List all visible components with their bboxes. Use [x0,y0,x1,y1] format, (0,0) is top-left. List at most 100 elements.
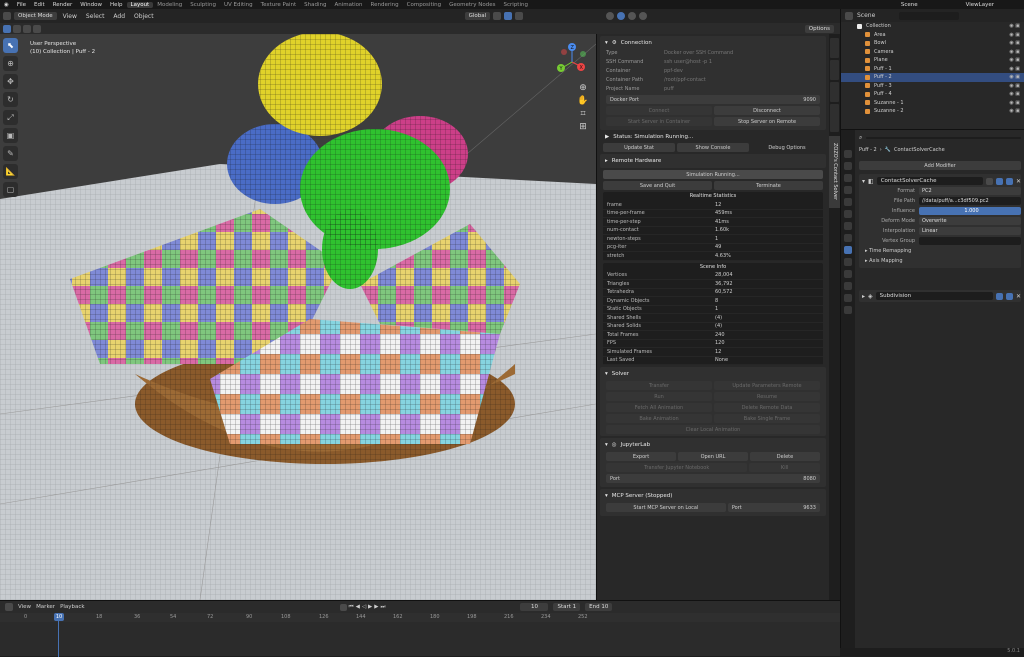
show-console-button[interactable]: Show Console [677,143,749,152]
current-frame-field[interactable]: 10 [520,603,549,611]
subpanel-title[interactable]: Time Remapping [869,248,911,254]
modifier-name-field[interactable]: ContactSolverCache [876,177,983,185]
open-url-button[interactable]: Open URL [678,452,748,461]
bake-animation-button[interactable]: Bake Animation [606,414,712,423]
update-params-button[interactable]: Update Parameters Remote [714,381,820,390]
outliner-item-puff-3[interactable]: Puff - 3 ◉ ▣ [841,82,1024,91]
visibility-icon[interactable]: ◉ ▣ [1009,49,1020,55]
outliner-item-puff-2[interactable]: Puff - 2 ◉ ▣ [841,73,1024,82]
constraints-tab-icon[interactable] [844,282,852,290]
chevron-down-icon[interactable]: ▾ [605,371,608,377]
snap-icon[interactable] [504,12,513,20]
transform-tool-icon[interactable]: ▣ [3,128,18,143]
prop-value[interactable]: puff [664,86,820,92]
menu-edit[interactable]: Edit [30,2,49,8]
start-frame-field[interactable]: Start 1 [553,603,581,611]
menu-window[interactable]: Window [76,2,106,8]
render-tab-icon[interactable] [844,162,852,170]
select-box-icon[interactable] [3,24,11,33]
file-path-field[interactable]: //data/puff/a...c3df509.pc2 [919,197,1021,205]
visibility-icon[interactable]: ◉ ▣ [1009,108,1020,114]
scene-selector[interactable]: Scene [897,2,922,8]
tab-shading[interactable]: Shading [300,2,330,8]
bake-single-frame-button[interactable]: Bake Single Frame [714,414,820,423]
view-layer-tab-icon[interactable] [844,186,852,194]
select-tool-icon[interactable]: ⬉ [3,38,18,53]
tab-contact-solver[interactable]: ZOZO's Contact Solver [829,136,840,208]
add-modifier-button[interactable]: Add Modifier [859,161,1021,170]
subpanel-title[interactable]: Axis Mapping [869,258,902,264]
prop-value[interactable]: ssh user@host -p 1 [664,59,820,65]
menu-select[interactable]: Select [83,13,108,20]
delete-remote-button[interactable]: Delete Remote Data [714,403,820,412]
ortho-toggle-icon[interactable]: ⊞ [577,122,589,134]
3d-viewport[interactable] [0,34,596,600]
tab-other[interactable] [830,104,839,132]
tab-tool[interactable] [830,60,839,80]
tab-view[interactable] [830,82,839,102]
frame-ruler[interactable]: 0 18 36 54 72 90 108 126 144 162 180 198… [0,613,840,622]
tab-modeling[interactable]: Modeling [153,2,186,8]
collection-row[interactable]: Collection ◉ ▣ [841,22,1024,31]
prev-keyframe-icon[interactable]: ◀ [356,604,360,611]
fetch-animation-button[interactable]: Fetch All Animation [606,403,712,412]
resume-button[interactable]: Resume [714,392,820,401]
clear-animation-button[interactable]: Clear Local Animation [606,425,820,434]
timeline-menu-marker[interactable]: Marker [36,604,55,610]
update-status-button[interactable]: Update Stat [603,143,675,152]
physics-tab-icon[interactable] [844,270,852,278]
modifier-tab-icon[interactable] [844,234,852,242]
scene-tab-icon[interactable] [844,198,852,206]
terminate-button[interactable]: Terminate [714,181,823,190]
shading-solid-icon[interactable] [617,12,626,20]
select-mode-icon[interactable] [23,24,31,33]
view-layer-selector[interactable]: ViewLayer [962,2,1024,8]
select-mode-icon[interactable] [13,24,21,33]
docker-port-field[interactable]: Docker Port 9090 [606,95,820,104]
menu-render[interactable]: Render [49,2,77,8]
visibility-icon[interactable]: ◉ ▣ [1009,74,1020,80]
data-tab-icon[interactable] [844,294,852,302]
shading-material-icon[interactable] [628,12,637,20]
chevron-down-icon[interactable]: ▾ [862,178,865,185]
menu-object[interactable]: Object [131,13,157,20]
menu-add[interactable]: Add [110,13,128,20]
move-tool-icon[interactable]: ✥ [3,74,18,89]
outliner-item-plane[interactable]: Plane ◉ ▣ [841,56,1024,65]
disconnect-button[interactable]: Disconnect [714,106,820,115]
prop-value[interactable]: /root/ppf-contact [664,77,820,83]
render-toggle[interactable] [1005,177,1013,185]
tab-sculpting[interactable]: Sculpting [186,2,220,8]
visibility-icon[interactable]: ◉ ▣ [1009,91,1020,97]
export-button[interactable]: Export [606,452,676,461]
outliner-item-puff-1[interactable]: Puff - 1 ◉ ▣ [841,65,1024,74]
tool-tab-icon[interactable] [844,150,852,158]
play-reverse-icon[interactable]: ◁ [362,604,366,611]
menu-view[interactable]: View [60,13,80,20]
outliner-item-camera[interactable]: Camera ◉ ▣ [841,48,1024,57]
chevron-right-icon[interactable]: ▸ [865,258,868,264]
properties-search[interactable] [866,137,1021,139]
tab-geometry-nodes[interactable]: Geometry Nodes [445,2,499,8]
visibility-icon[interactable]: ◉ ▣ [1009,83,1020,89]
record-icon[interactable] [339,603,347,611]
shading-rendered-icon[interactable] [639,12,648,20]
options-button[interactable]: Options [804,24,834,33]
outliner-item-bowl[interactable]: Bowl ◉ ▣ [841,39,1024,48]
start-mcp-button[interactable]: Start MCP Server on Local [606,503,726,512]
close-icon[interactable]: ✕ [1016,178,1021,185]
rotate-tool-icon[interactable]: ↻ [3,92,18,107]
edit-mode-toggle[interactable] [985,177,993,185]
visibility-icon[interactable]: ◉ ▣ [1009,32,1020,38]
timeline-menu-playback[interactable]: Playback [60,604,85,610]
chevron-right-icon[interactable]: ▸ [865,248,868,254]
playhead[interactable]: 10 [54,613,64,621]
stop-server-button[interactable]: Stop Server on Remote [714,117,820,126]
editor-type-icon[interactable] [845,11,853,20]
tab-rendering[interactable]: Rendering [367,2,403,8]
navigation-gizmo[interactable]: Z X Y [552,40,592,80]
search-icon[interactable]: ⌕ [859,134,862,142]
material-tab-icon[interactable] [844,306,852,314]
viewport-toggle[interactable] [995,177,1003,185]
blender-logo-icon[interactable]: ◉ [0,2,13,8]
